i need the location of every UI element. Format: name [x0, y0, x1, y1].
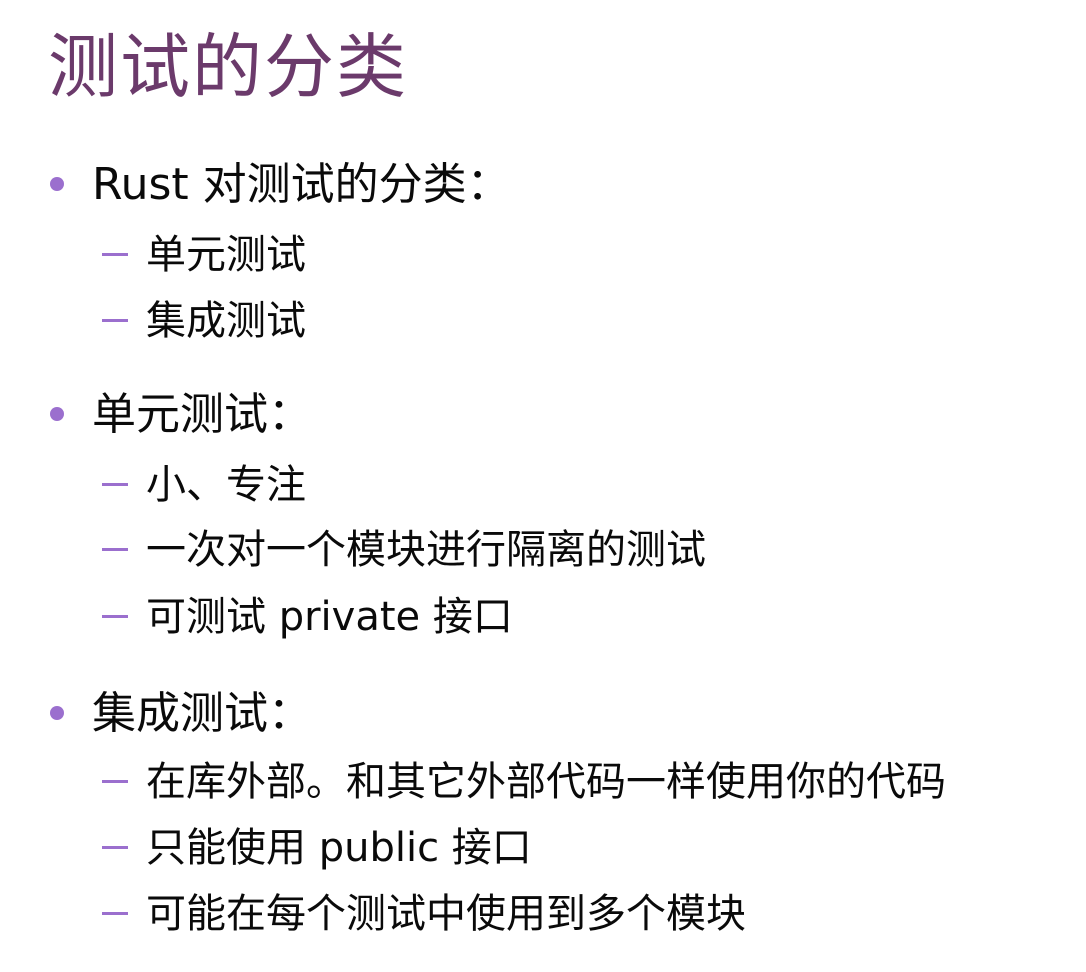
sub-item: 只能使用 public 接口 [0, 818, 1086, 878]
dash-icon [102, 912, 128, 915]
bullet-text: Rust 对测试的分类： [92, 159, 511, 210]
bullet-dot-icon [50, 407, 64, 421]
sub-item: 集成测试 [0, 291, 1086, 351]
sub-item-text: 小、专注 [146, 462, 306, 508]
sub-item: 小、专注 [0, 455, 1086, 515]
bullet-dot-icon [50, 177, 64, 191]
sub-item-text: 可测试 private 接口 [146, 594, 513, 640]
slide: 测试的分类 Rust 对测试的分类： 单元测试 集成测试 单元测试： 小、专注 … [0, 0, 1086, 972]
sub-item-text: 单元测试 [146, 232, 306, 278]
dash-icon [102, 846, 128, 849]
sub-item: 可能在每个测试中使用到多个模块 [0, 884, 1086, 944]
bullet-text: 单元测试： [92, 389, 312, 440]
sub-item: 可测试 private 接口 [0, 587, 1086, 647]
sub-item: 在库外部。和其它外部代码一样使用你的代码 [0, 752, 1086, 812]
sub-item: 单元测试 [0, 225, 1086, 285]
sub-item-text: 集成测试 [146, 298, 306, 344]
slide-title: 测试的分类 [48, 26, 408, 108]
sub-item-text: 在库外部。和其它外部代码一样使用你的代码 [146, 759, 946, 805]
bullet-dot-icon [50, 706, 64, 720]
dash-icon [102, 253, 128, 256]
dash-icon [102, 483, 128, 486]
bullet-text: 集成测试： [92, 688, 312, 739]
bullet-item: Rust 对测试的分类： [0, 155, 1086, 215]
sub-item-text: 可能在每个测试中使用到多个模块 [146, 891, 746, 937]
dash-icon [102, 319, 128, 322]
bullet-item: 集成测试： [0, 684, 1086, 744]
sub-item-text: 一次对一个模块进行隔离的测试 [146, 527, 706, 573]
bullet-item: 单元测试： [0, 385, 1086, 445]
sub-item-text: 只能使用 public 接口 [146, 825, 532, 871]
dash-icon [102, 615, 128, 618]
sub-item: 一次对一个模块进行隔离的测试 [0, 520, 1086, 580]
dash-icon [102, 780, 128, 783]
dash-icon [102, 548, 128, 551]
